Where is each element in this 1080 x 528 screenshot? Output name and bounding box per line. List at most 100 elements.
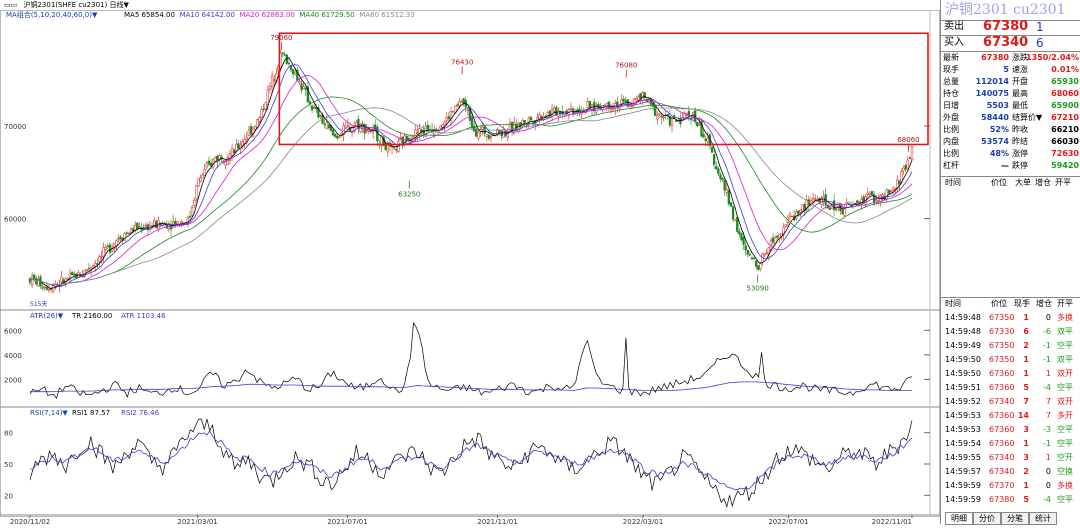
candle-body — [462, 98, 465, 104]
quote-label: 外盘 — [943, 113, 959, 122]
candle-body — [910, 146, 914, 160]
candle-body — [233, 149, 236, 154]
tick-price: 67350 — [989, 341, 1015, 350]
tick-row[interactable]: 14:59:49 67350 2 -1 空平 — [941, 339, 1080, 353]
candle-body — [620, 99, 623, 105]
candle-body — [849, 204, 853, 206]
candle-body — [706, 137, 709, 143]
candle-body — [340, 132, 343, 135]
candle-body — [828, 207, 832, 210]
atr-indicator[interactable]: ATR(26)▼ — [30, 312, 64, 320]
rsi2-line — [29, 430, 913, 491]
tick-chg: 1 — [1045, 453, 1051, 462]
candle-body — [746, 250, 749, 255]
contract-title[interactable]: 沪铜2301(SHFE cu2301) 日线▼ — [23, 1, 128, 9]
candle-body — [41, 287, 44, 289]
chart-svg[interactable]: MA组合(5,10,20,40,60,0)▼ MA5 65854.00 MA10 6… — [0, 10, 940, 526]
tab-stats[interactable]: 统计 — [1029, 512, 1057, 525]
tick-header-type: 开平 — [1057, 299, 1073, 308]
bid-label: 买入 — [944, 37, 964, 48]
tab-price-volume[interactable]: 分价 — [973, 512, 1001, 525]
candle-body — [115, 240, 118, 247]
candle-body — [523, 120, 526, 124]
tab-ticks[interactable]: 分笔 — [1001, 512, 1029, 525]
candle-body — [237, 143, 240, 149]
tick-price: 67370 — [989, 481, 1015, 490]
tick-header-vol: 现手 — [1014, 299, 1030, 308]
candle-body — [127, 232, 131, 235]
candle-body — [588, 100, 592, 108]
candle-body — [254, 126, 257, 130]
candle-body — [304, 87, 307, 90]
candle-body — [868, 193, 872, 195]
candle-body — [439, 125, 442, 129]
tab-detail[interactable]: 明细 — [945, 512, 973, 525]
candle-body — [203, 169, 206, 176]
candle-body — [45, 286, 48, 290]
bid-row[interactable]: 买入 67340 6 — [941, 35, 1080, 51]
tick-time: 14:59:52 — [945, 397, 981, 406]
candle-body — [717, 168, 720, 174]
quote-label: 跌停 — [1012, 161, 1028, 170]
candle-body — [458, 101, 461, 107]
quote-label: 日增 — [943, 101, 959, 110]
candle-body — [719, 174, 722, 180]
quote-panel: 沪铜2301 cu2301 卖出 67380 1 买入 67340 6 最新 67… — [940, 0, 1080, 525]
trading-window: ▭▭ 沪铜2301(SHFE cu2301) 日线▼ MA组合(5,10,20,… — [0, 0, 1080, 526]
quote-label[interactable]: 结算价▼ — [1012, 112, 1042, 124]
price-annotation: 68060 — [897, 136, 919, 144]
candle-body — [245, 137, 248, 140]
candle-body — [841, 210, 844, 215]
tick-row[interactable]: 14:59:53 67360 14 7 多开 — [941, 409, 1080, 423]
window-menu-icon[interactable]: ▭▭ — [4, 1, 17, 9]
chart-area[interactable]: MA组合(5,10,20,40,60,0)▼ MA5 65854.00 MA10 6… — [0, 10, 940, 526]
candle-body — [487, 134, 491, 139]
candle-body — [814, 198, 817, 200]
tick-price: 67360 — [989, 411, 1015, 420]
candle-body — [740, 233, 743, 240]
tick-row[interactable]: 14:59:53 67360 3 -3 空平 — [941, 423, 1080, 437]
ma10-line — [29, 64, 913, 288]
quote-value: 52% — [989, 125, 1009, 134]
candle-body — [249, 126, 253, 135]
candle-body — [327, 124, 331, 129]
tick-row[interactable]: 14:59:48 67350 1 0 多换 — [941, 311, 1080, 325]
quote-label: 昨结 — [1012, 137, 1028, 146]
candle-body — [763, 253, 766, 256]
ask-row[interactable]: 卖出 67380 1 — [941, 19, 1080, 35]
quote-row: 比例 48% 涨停 72630 — [941, 148, 1080, 160]
tick-chg: -1 — [1043, 355, 1051, 364]
candles — [28, 49, 914, 294]
tick-type: 空平 — [1057, 341, 1073, 350]
candle-body — [117, 238, 120, 240]
candle-body — [658, 113, 661, 115]
legend-indicator[interactable]: MA组合(5,10,20,40,60,0)▼ — [6, 10, 98, 19]
candle-body — [704, 138, 707, 141]
tick-row[interactable]: 14:59:57 67340 2 0 空换 — [941, 465, 1080, 479]
panel-title: 沪铜2301 cu2301 — [945, 2, 1066, 18]
candle-body — [144, 224, 147, 227]
tick-vol: 2 — [1023, 341, 1029, 350]
rsi-indicator[interactable]: RSI(7,14)▼ — [30, 409, 68, 417]
tick-row[interactable]: 14:59:48 67330 6 -6 双平 — [941, 325, 1080, 339]
tick-time: 14:59:59 — [945, 495, 981, 504]
candle-body — [43, 286, 46, 288]
candle-body — [456, 104, 459, 106]
quote-row: 现手 5 速涨 0.01% — [941, 64, 1080, 76]
candle-body — [445, 116, 448, 121]
quote-value: 67380 — [981, 53, 1009, 62]
tick-row[interactable]: 14:59:59 67380 5 -4 空平 — [941, 493, 1080, 507]
candle-body — [451, 111, 455, 113]
tick-chg: 7 — [1045, 397, 1051, 406]
quote-value: 0.01% — [1051, 65, 1079, 74]
tick-row[interactable]: 14:59:50 67360 1 1 双开 — [941, 367, 1080, 381]
tick-row[interactable]: 14:59:54 67360 1 -1 空平 — [941, 437, 1080, 451]
tick-row[interactable]: 14:59:50 67350 1 -1 双平 — [941, 353, 1080, 367]
tick-row[interactable]: 14:59:55 67340 3 1 空开 — [941, 451, 1080, 465]
tick-row[interactable]: 14:59:52 67340 7 7 双开 — [941, 395, 1080, 409]
quote-value: 66030 — [1051, 137, 1079, 146]
tick-row[interactable]: 14:59:51 67360 5 -4 空平 — [941, 381, 1080, 395]
price-annotation: 63250 — [398, 190, 420, 198]
tick-row[interactable]: 14:59:59 67370 1 0 多换 — [941, 479, 1080, 493]
candle-body — [784, 224, 787, 227]
